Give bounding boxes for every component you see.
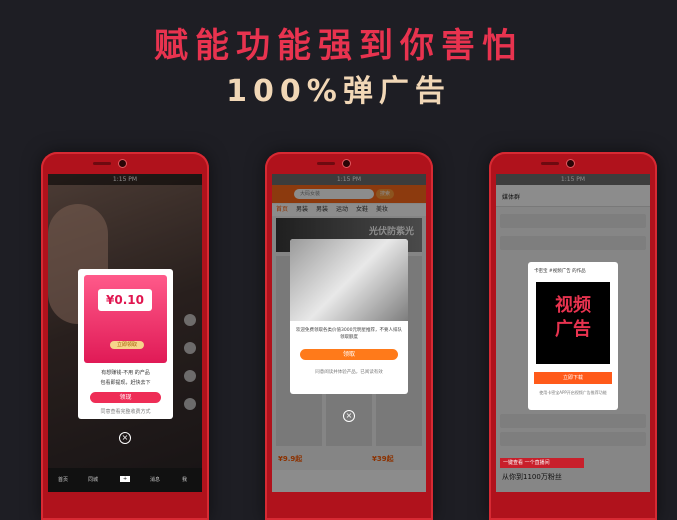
video-ad-line2: 广告 — [555, 319, 591, 340]
footer-text: 从你到1100万粉丝 — [502, 473, 562, 481]
popup-ad-video[interactable]: 卡密宝 #视频广告 的作品 视频 广告 立即下载 使用卡密宝APP开启视频广告推… — [528, 262, 618, 410]
close-icon[interactable]: × — [119, 432, 131, 444]
video-ad-line1: 视频 — [555, 295, 591, 316]
phone-3: 1:15 PM 媒体群 卡密宝 #视频广告 的作品 视频 广告 立即下载 使用卡… — [489, 152, 657, 520]
ad-go-button[interactable]: 领现 — [90, 392, 161, 403]
popup-ad-image[interactable]: 欢迎免费领取各类价值3000元明星推荐，不要人排队领取额度 领取 同意阅读并体验… — [290, 239, 408, 394]
speaker — [541, 162, 559, 165]
speaker — [93, 162, 111, 165]
front-camera — [566, 159, 575, 168]
front-camera — [342, 159, 351, 168]
install-button[interactable]: 立即下载 — [534, 372, 612, 384]
red-promo-bar[interactable]: 一键查看 一个直播间 — [500, 458, 584, 468]
close-icon[interactable]: × — [343, 410, 355, 422]
phone-3-screen: 1:15 PM 媒体群 卡密宝 #视频广告 的作品 视频 广告 立即下载 使用卡… — [496, 174, 650, 492]
video-ad[interactable]: 视频 广告 — [536, 282, 610, 364]
tab-create[interactable]: + — [120, 476, 131, 482]
red-packet-card: ¥0.10 立即领取 — [84, 275, 167, 363]
tab-messages[interactable]: 消息 — [150, 476, 160, 483]
ad-ok-button[interactable]: 领取 — [300, 349, 398, 360]
ad-line1: 有想赚钱-不用 的产品 — [101, 370, 150, 376]
ad-line2: 包看即提现，赶快去下 — [100, 380, 151, 386]
ad-small-text: 使用卡密宝APP开启视频广告推荐功能 — [539, 390, 607, 395]
popup-ad-cash[interactable]: ¥0.10 立即领取 有想赚钱-不用 的产品 包看即提现，赶快去下 领现 同意查… — [78, 269, 173, 419]
phone-1-screen: 1:15 PM ¥0.10 立即领取 有想赚钱-不用 的产品 包看即提现，赶快去… — [48, 174, 202, 492]
tab-profile[interactable]: 我 — [182, 476, 187, 483]
speaker — [317, 162, 335, 165]
ad-footer: 同意查看完整收费方式 — [100, 409, 151, 415]
claim-button[interactable]: 立即领取 — [110, 341, 144, 349]
phone-1: 1:15 PM ¥0.10 立即领取 有想赚钱-不用 的产品 包看即提现，赶快去… — [41, 152, 209, 520]
ad-image — [290, 239, 408, 321]
ad-description: 欢迎免费领取各类价值3000元明星推荐，不要人排队领取额度 — [296, 328, 402, 340]
front-camera — [118, 159, 127, 168]
phone-2-screen: 1:15 PM 大码女装 搜索 首页 男装 男装 运动 女鞋 美妆 光伏防紫光 ¥9.9起… — [272, 174, 426, 492]
ad-header: 卡密宝 #视频广告 的作品 — [534, 269, 586, 274]
bottom-tabbar: 首页 同城 + 消息 我 — [48, 468, 202, 492]
headline-line1: 赋能功能强到你害怕 — [154, 26, 523, 66]
tab-home[interactable]: 首页 — [58, 476, 68, 483]
headline-line2: 100%弹广告 — [226, 74, 451, 109]
cash-amount: ¥0.10 — [98, 289, 152, 311]
tab-nearby[interactable]: 同城 — [88, 476, 98, 483]
phone-2: 1:15 PM 大码女装 搜索 首页 男装 男装 运动 女鞋 美妆 光伏防紫光 ¥9.9起… — [265, 152, 433, 520]
ad-small-text: 同意阅读并体验产品，已阅读有效 — [315, 370, 383, 375]
